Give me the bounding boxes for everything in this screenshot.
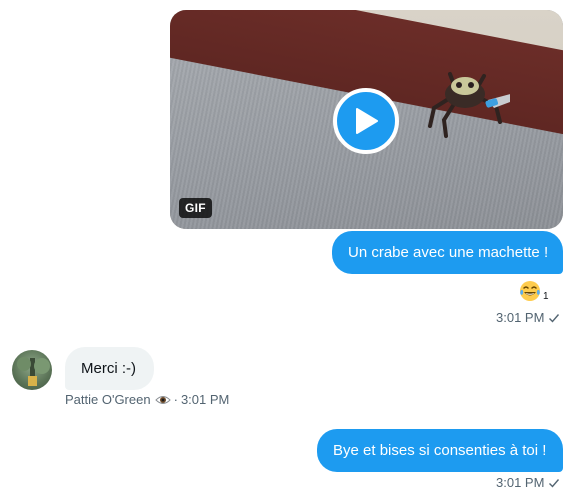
message-bubble-outgoing[interactable]: Un crabe avec une machette ! [332, 231, 563, 274]
message-bubble-outgoing[interactable]: Bye et bises si consenties à toi ! [317, 429, 563, 472]
message-timestamp: 3:01 PM [496, 310, 560, 326]
avatar-image [17, 357, 50, 386]
gif-badge: GIF [179, 198, 212, 218]
checkmark-icon [548, 312, 560, 324]
play-icon [356, 108, 378, 134]
timestamp-text: 3:01 PM [496, 475, 545, 490]
message-text: Bye et bises si consenties à toi ! [333, 442, 547, 459]
sender-name[interactable]: Pattie O'Green [65, 392, 151, 408]
message-bubble-incoming[interactable]: Merci :-) [65, 347, 154, 390]
message-text: Merci :-) [81, 360, 136, 377]
reaction-badge[interactable]: 1 [518, 279, 549, 303]
message-meta-incoming: Pattie O'Green · 3:01 PM [65, 392, 229, 408]
timestamp-text: 3:01 PM [496, 310, 545, 325]
eye-emoji-icon [154, 394, 171, 406]
message-timestamp: 3:01 PM [496, 475, 560, 491]
crab-illustration [428, 72, 510, 138]
play-button[interactable] [333, 88, 399, 154]
conversation: GIF Un crabe avec une machette ! 1 3:01 … [0, 0, 577, 491]
reaction-count: 1 [543, 291, 549, 302]
avatar[interactable] [12, 350, 52, 390]
message-text: Un crabe avec une machette ! [348, 244, 549, 261]
timestamp-text: 3:01 PM [180, 392, 230, 407]
meta-separator: · [173, 392, 178, 407]
checkmark-icon [548, 477, 560, 489]
laughing-emoji-icon [520, 281, 540, 301]
